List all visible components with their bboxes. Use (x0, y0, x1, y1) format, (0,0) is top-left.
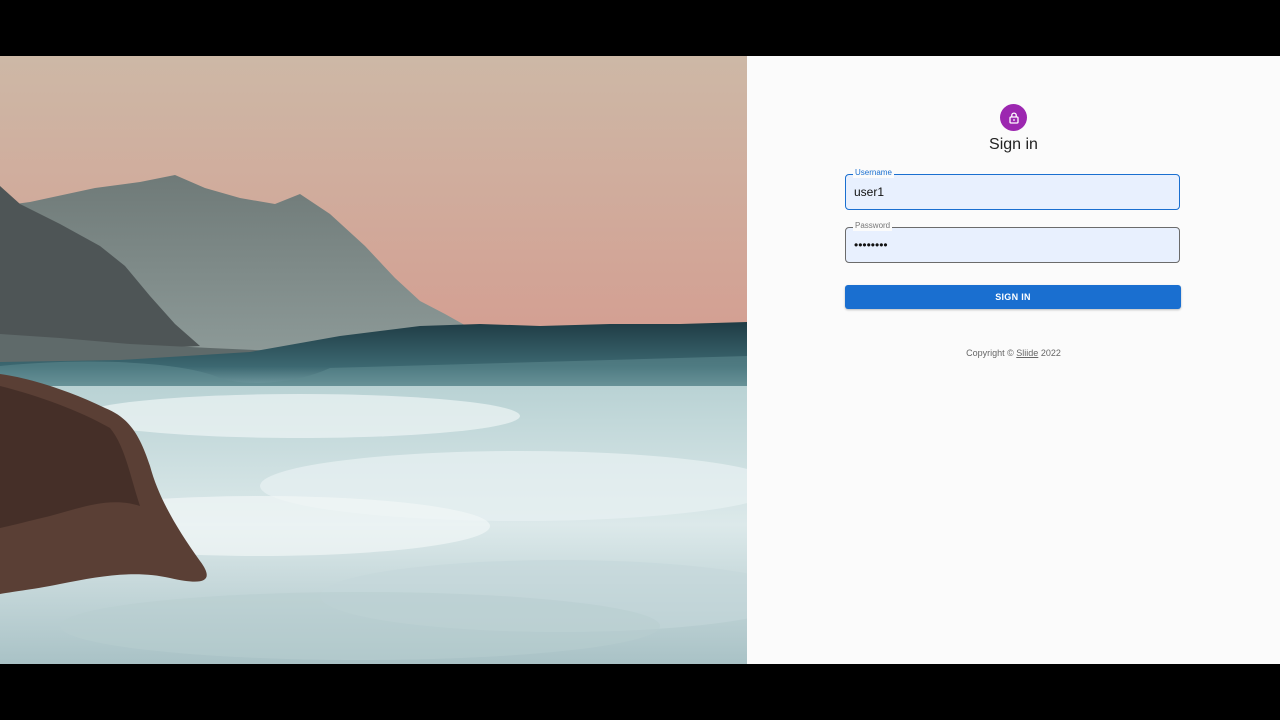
username-input[interactable] (854, 175, 1169, 209)
username-field[interactable]: Username (845, 168, 1180, 210)
sign-in-button[interactable]: SIGN IN (845, 285, 1181, 309)
copyright-prefix: Copyright © (966, 348, 1017, 358)
lock-icon (1008, 111, 1019, 124)
sliide-link[interactable]: Sliide (1016, 348, 1038, 358)
login-page: Sign in Username Password SIGN IN Copyri… (0, 56, 1280, 664)
password-field[interactable]: Password (845, 221, 1180, 263)
hero-image (0, 56, 747, 664)
copyright-year: 2022 (1038, 348, 1061, 358)
lock-avatar (1000, 104, 1027, 131)
page-title: Sign in (989, 136, 1038, 153)
ocean-landscape-image (0, 56, 747, 664)
password-input[interactable] (854, 228, 1169, 262)
login-panel: Sign in Username Password SIGN IN Copyri… (747, 56, 1280, 664)
copyright-text: Copyright © Sliide 2022 (747, 348, 1280, 358)
